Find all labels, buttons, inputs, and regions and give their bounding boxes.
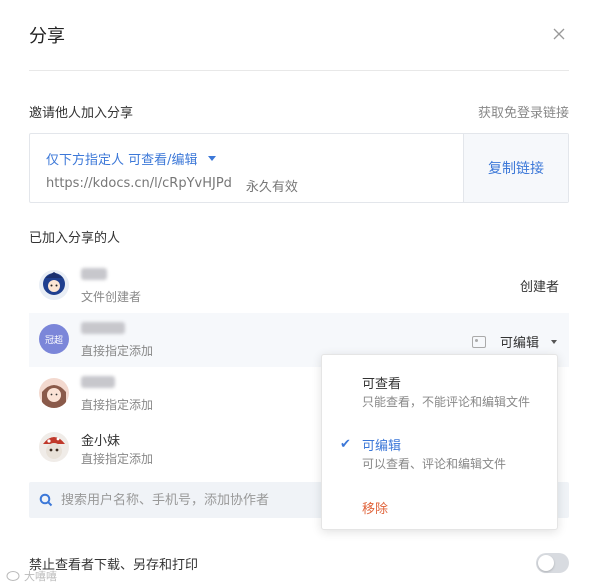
member-role: 创建者 (519, 280, 559, 295)
close-icon[interactable] (551, 26, 567, 42)
header-divider (29, 70, 569, 71)
member-subtitle: 直接指定添加 (81, 344, 154, 358)
dialog-title: 分享 (29, 26, 65, 47)
option-description: 只能查看，不能评论和编辑文件 (362, 395, 531, 409)
caret-down-icon (207, 156, 216, 161)
member-name-redacted (81, 376, 115, 392)
members-section-title: 已加入分享的人 (29, 231, 121, 246)
share-dialog: 分享 邀请他人加入分享 获取免登录链接 仅下方指定人 可查看/编辑 https:… (0, 0, 597, 587)
member-permission-select[interactable]: 可编辑 (471, 332, 557, 351)
member-subtitle: 直接指定添加 (81, 452, 154, 466)
avatar (39, 432, 69, 462)
link-validity: 永久有效 (245, 180, 298, 195)
member-permission-label: 可编辑 (499, 336, 539, 351)
member-subtitle: 直接指定添加 (81, 398, 154, 412)
toggle-knob (538, 555, 554, 571)
avatar (39, 378, 69, 408)
share-url: https://kdocs.cn/l/cRpYvHJPd (46, 176, 232, 191)
caret-down-icon (551, 339, 557, 344)
disable-download-toggle[interactable] (536, 553, 569, 573)
share-link-box: 仅下方指定人 可查看/编辑 https://kdocs.cn/l/cRpYvHJ… (29, 133, 569, 203)
invite-section-title: 邀请他人加入分享 (29, 106, 134, 121)
contact-card-icon[interactable] (471, 335, 486, 348)
link-url-row: https://kdocs.cn/l/cRpYvHJPd 永久有效 (46, 176, 447, 195)
option-title: 可查看 (362, 377, 402, 392)
option-description: 可以查看、评论和编辑文件 (362, 457, 507, 471)
link-info: 仅下方指定人 可查看/编辑 https://kdocs.cn/l/cRpYvHJ… (30, 134, 463, 202)
permission-dropdown: 可查看 只能查看，不能评论和编辑文件 ✔ 可编辑 可以查看、评论和编辑文件 移除 (321, 354, 558, 530)
watermark-logo-icon (6, 571, 20, 581)
member-name-redacted (81, 322, 125, 338)
avatar: 冠超 (39, 324, 69, 354)
option-title: 可编辑 (362, 439, 402, 454)
link-permission-label: 仅下方指定人 可查看/编辑 (46, 153, 198, 168)
copy-link-button[interactable]: 复制链接 (463, 134, 568, 202)
watermark: 大嘻嘻 (6, 568, 57, 584)
free-login-link[interactable]: 获取免登录链接 (478, 102, 569, 121)
search-input[interactable] (61, 492, 361, 508)
avatar-initials: 冠超 (44, 335, 63, 346)
avatar (39, 270, 69, 300)
remove-member-option[interactable]: 移除 (362, 498, 388, 517)
member-subtitle: 文件创建者 (81, 290, 142, 304)
check-icon: ✔ (340, 437, 351, 452)
watermark-text: 大嘻嘻 (24, 570, 57, 583)
permission-option-edit[interactable]: ✔ 可编辑 可以查看、评论和编辑文件 (322, 435, 557, 489)
member-row[interactable]: 文件创建者 创建者 (29, 259, 569, 313)
permission-option-view[interactable]: 可查看 只能查看，不能评论和编辑文件 (322, 373, 557, 427)
link-permission-select[interactable]: 仅下方指定人 可查看/编辑 (46, 149, 447, 168)
member-name-redacted (81, 268, 107, 284)
member-name: 金小妹 (81, 434, 121, 449)
search-icon (39, 493, 53, 507)
